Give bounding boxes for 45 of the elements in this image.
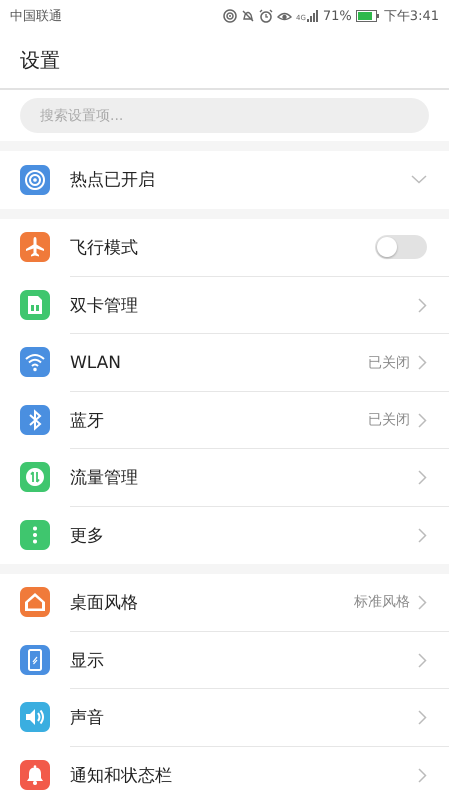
- item-label: 桌面风格: [70, 592, 139, 614]
- item-label: 飞行模式: [70, 236, 139, 259]
- settings-item[interactable]: 显示: [0, 631, 449, 688]
- page-title: 设置: [20, 46, 60, 74]
- chevron-right-icon: [418, 528, 427, 543]
- clock-time: 下午3:41: [384, 8, 439, 25]
- item-value: 已关闭: [368, 411, 410, 430]
- chevron-right-icon: [418, 298, 427, 313]
- item-label: 显示: [70, 650, 105, 672]
- item-label: WLAN: [70, 352, 122, 373]
- toggle-switch[interactable]: [375, 235, 427, 260]
- settings-item[interactable]: 飞行模式: [0, 218, 449, 276]
- settings-item[interactable]: 流量管理: [0, 448, 449, 506]
- chevron-right-icon: [418, 768, 427, 783]
- settings-item[interactable]: 热点已开启: [0, 151, 449, 208]
- settings-item[interactable]: 桌面风格 标准风格: [0, 574, 449, 631]
- chevron-right-icon: [418, 710, 427, 726]
- battery-percent: 71%: [322, 8, 352, 24]
- chevron-right-icon: [418, 412, 427, 428]
- item-label: 通知和状态栏: [70, 764, 173, 787]
- item-label: 流量管理: [70, 467, 139, 490]
- hotspot-icon: [223, 9, 237, 23]
- chevron-right-icon: [418, 594, 427, 610]
- settings-item[interactable]: 蓝牙 已关闭: [0, 391, 449, 448]
- chevron-down-icon: [411, 175, 427, 184]
- settings-item[interactable]: WLAN 已关闭: [0, 334, 449, 391]
- item-label: 声音: [70, 707, 105, 730]
- alarm-icon: [259, 9, 273, 23]
- settings-item[interactable]: 声音: [0, 688, 449, 746]
- item-value: 标准风格: [354, 593, 410, 612]
- item-label: 热点已开启: [70, 169, 156, 192]
- item-label: 双卡管理: [70, 294, 139, 317]
- item-label: 更多: [70, 524, 105, 547]
- settings-item[interactable]: 双卡管理: [0, 276, 449, 334]
- carrier-name: 中国联通: [10, 8, 62, 25]
- chevron-right-icon: [418, 470, 427, 486]
- search-field[interactable]: 搜索设置项...: [20, 98, 429, 133]
- settings-item[interactable]: 通知和状态栏: [0, 746, 449, 800]
- signal-icon: [306, 10, 319, 22]
- settings-item[interactable]: 更多: [0, 506, 449, 564]
- item-value: 已关闭: [368, 354, 410, 372]
- battery-icon: [356, 10, 380, 22]
- chevron-right-icon: [418, 652, 427, 668]
- item-label: 蓝牙: [70, 410, 105, 432]
- chevron-right-icon: [418, 355, 427, 370]
